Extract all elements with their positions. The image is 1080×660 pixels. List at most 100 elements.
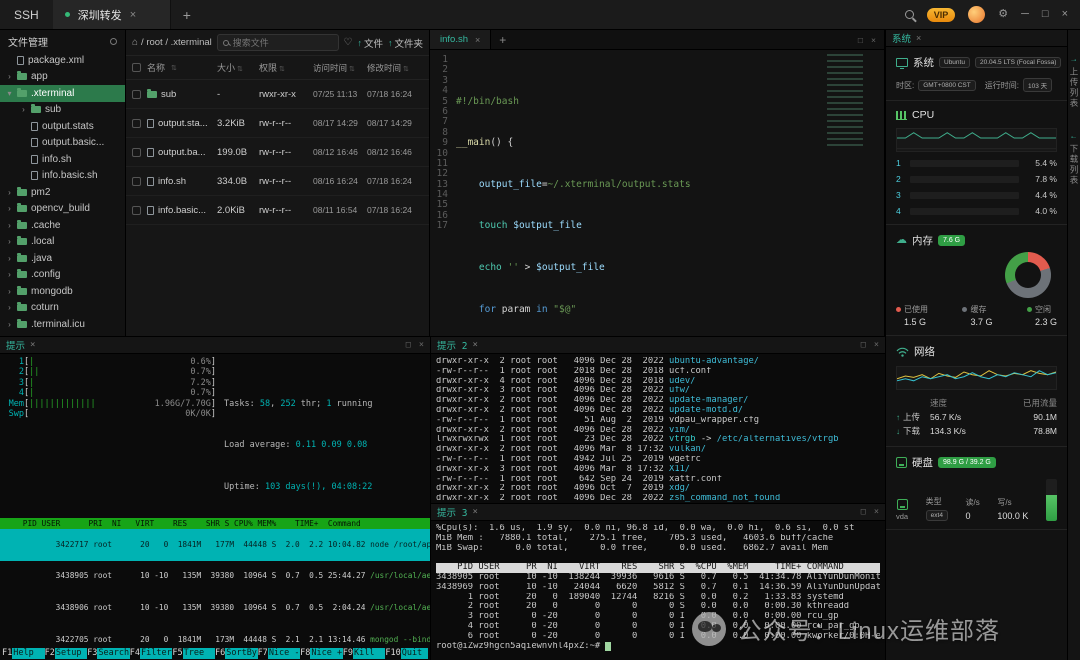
row-checkbox[interactable] — [132, 205, 141, 215]
vertical-tab[interactable]: ↓ 下载列表 — [1068, 135, 1080, 186]
file-row[interactable]: output.sta... 3.2KiB rw-r--r-- 08/17 14:… — [126, 109, 429, 138]
new-editor-tab-button[interactable]: + — [491, 33, 514, 47]
app-menu-ssh[interactable]: SSH — [0, 8, 53, 22]
panel-close-icon[interactable]: × — [874, 507, 879, 517]
session-tab[interactable]: 深圳转发 × — [52, 0, 171, 29]
gear-icon[interactable]: ⚙ — [998, 9, 1008, 20]
breadcrumb[interactable]: ⌂ / root / .xterminal — [132, 37, 212, 48]
tree-item[interactable]: › .cache — [0, 217, 125, 234]
avatar[interactable] — [968, 6, 986, 23]
file-row[interactable]: info.sh 334.0B rw-r--r-- 08/16 16:24 07/… — [126, 167, 429, 196]
panel-close-icon[interactable]: × — [419, 340, 424, 350]
panel-maximize-icon[interactable]: □ — [861, 340, 866, 350]
close-icon[interactable]: × — [916, 33, 921, 43]
tree-item[interactable]: output.stats — [0, 118, 125, 135]
pin-icon[interactable] — [110, 37, 117, 45]
expand-arrow-icon[interactable]: › — [6, 254, 13, 263]
file-row[interactable]: output.ba... 199.0B rw-r--r-- 08/12 16:4… — [126, 138, 429, 167]
file-row[interactable]: sub - rwxr-xr-x 07/25 11:13 07/18 16:24 — [126, 80, 429, 109]
expand-arrow-icon[interactable]: ▾ — [6, 89, 13, 98]
tree-item[interactable]: output.basic... — [0, 135, 125, 152]
tree-item[interactable]: › .terminal.icu — [0, 316, 125, 333]
expand-arrow-icon[interactable]: › — [6, 320, 13, 329]
expand-arrow-icon[interactable]: › — [6, 287, 13, 296]
process-row[interactable]: 3422717 root 20 0 1841M 177M 44448 S 2.0… — [0, 529, 430, 561]
terminal-output[interactable]: %Cpu(s): 1.6 us, 1.9 sy, 0.0 ni, 96.8 id… — [431, 521, 885, 654]
function-key-button[interactable]: F4 Filter — [130, 648, 173, 659]
terminal-tab[interactable]: 提示 × — [6, 338, 35, 352]
function-key-button[interactable]: F3 Search — [87, 648, 130, 659]
htop-meters-area[interactable]: 1 [ | 0.6% ] 2 [ || 0.7% ] 3 [| 7.2%] … — [0, 354, 430, 513]
search-icon[interactable] — [904, 10, 914, 19]
expand-arrow-icon[interactable]: › — [6, 72, 13, 81]
minimize-button[interactable]: ─ — [1021, 9, 1029, 20]
row-checkbox[interactable] — [132, 118, 141, 128]
file-name-cell[interactable]: info.sh — [141, 176, 217, 187]
close-icon[interactable]: × — [472, 340, 477, 350]
file-name-cell[interactable]: output.ba... — [141, 147, 217, 158]
tree-item[interactable]: info.sh — [0, 151, 125, 168]
row-checkbox[interactable] — [132, 89, 141, 99]
tab-system[interactable]: 系统 × — [892, 31, 921, 45]
function-key-button[interactable]: F10 Quit — [385, 648, 428, 659]
terminal-tab[interactable]: 提示 3 × — [437, 505, 478, 519]
file-name-cell[interactable]: sub — [141, 88, 217, 100]
function-key-button[interactable]: F2 Setup — [45, 648, 88, 659]
column-name[interactable]: 名称 ⇅ — [141, 61, 217, 74]
close-icon[interactable]: × — [130, 9, 136, 21]
search-input[interactable] — [232, 37, 333, 48]
function-key-button[interactable]: F6 SortBy — [215, 648, 258, 659]
tree-item[interactable]: › pm2 — [0, 184, 125, 201]
function-key-button[interactable]: F1 Help — [2, 648, 45, 659]
expand-arrow-icon[interactable]: › — [6, 303, 13, 312]
tree-item[interactable]: › opencv_build — [0, 201, 125, 218]
process-row[interactable]: 3438906 root 10 -10 135M 39380 10964 S 0… — [0, 592, 430, 624]
htop-table-header[interactable]: PID USER PRI NI VIRT RES SHR S CPU% MEM%… — [0, 518, 430, 530]
expand-arrow-icon[interactable]: › — [6, 270, 13, 279]
editor-minimap[interactable] — [827, 54, 881, 150]
panel-close-icon[interactable]: × — [874, 340, 879, 350]
close-icon[interactable]: × — [475, 35, 480, 45]
file-search-box[interactable] — [216, 34, 339, 51]
file-row[interactable]: info.basic... 2.0KiB rw-r--r-- 08/11 16:… — [126, 196, 429, 225]
close-icon[interactable]: × — [472, 507, 477, 517]
tree-item[interactable]: › .local — [0, 234, 125, 251]
expand-arrow-icon[interactable]: › — [20, 105, 27, 114]
tree-item[interactable]: › coturn — [0, 300, 125, 317]
new-session-tab-button[interactable]: + — [171, 7, 203, 23]
column-permissions[interactable]: 权限 ⇅ — [259, 61, 313, 74]
editor-tab-info-sh[interactable]: info.sh × — [430, 30, 492, 49]
upload-file-button[interactable]: ↑ 文件 — [357, 36, 383, 50]
htop-process-list[interactable]: 3422717 root 20 0 1841M 177M 44448 S 2.0… — [0, 529, 430, 660]
panel-maximize-icon[interactable]: □ — [861, 507, 866, 517]
file-name-cell[interactable]: output.sta... — [141, 118, 217, 129]
close-window-button[interactable]: × — [1062, 9, 1068, 20]
breadcrumb-path[interactable]: / root / .xterminal — [141, 37, 212, 48]
expand-arrow-icon[interactable]: › — [6, 188, 13, 197]
panel-maximize-icon[interactable]: □ — [406, 340, 411, 350]
file-name-cell[interactable]: info.basic... — [141, 205, 217, 216]
tree-item[interactable]: › .java — [0, 250, 125, 267]
column-access-time[interactable]: 访问时间 ⇅ — [313, 62, 367, 74]
terminal-tab[interactable]: 提示 2 × — [437, 338, 478, 352]
function-key-button[interactable]: F5 Tree — [172, 648, 215, 659]
tree-item[interactable]: package.xml — [0, 52, 125, 69]
function-key-button[interactable]: F7 Nice - — [258, 648, 301, 659]
row-checkbox[interactable] — [132, 147, 141, 157]
expand-arrow-icon[interactable]: › — [6, 237, 13, 246]
tree-item[interactable]: › app — [0, 69, 125, 86]
panel-close-icon[interactable]: × — [871, 35, 876, 45]
expand-arrow-icon[interactable]: › — [6, 204, 13, 213]
column-size[interactable]: 大小 ⇅ — [217, 61, 259, 74]
vertical-tab[interactable]: ↑ 上传列表 — [1068, 58, 1080, 109]
row-checkbox[interactable] — [132, 176, 141, 186]
tree-item[interactable]: › .config — [0, 267, 125, 284]
terminal-output[interactable]: drwxr-xr-x 2 root root 4096 Dec 28 2022 … — [431, 354, 885, 503]
tree-item[interactable]: info.basic.sh — [0, 168, 125, 185]
select-all-checkbox[interactable] — [132, 63, 141, 72]
function-key-button[interactable]: F8 Nice + — [300, 648, 343, 659]
upload-folder-button[interactable]: ↑ 文件夹 — [388, 36, 423, 50]
expand-arrow-icon[interactable]: › — [6, 221, 13, 230]
tree-item[interactable]: ▾ .xterminal — [0, 85, 125, 102]
home-icon[interactable]: ⌂ — [132, 37, 138, 48]
